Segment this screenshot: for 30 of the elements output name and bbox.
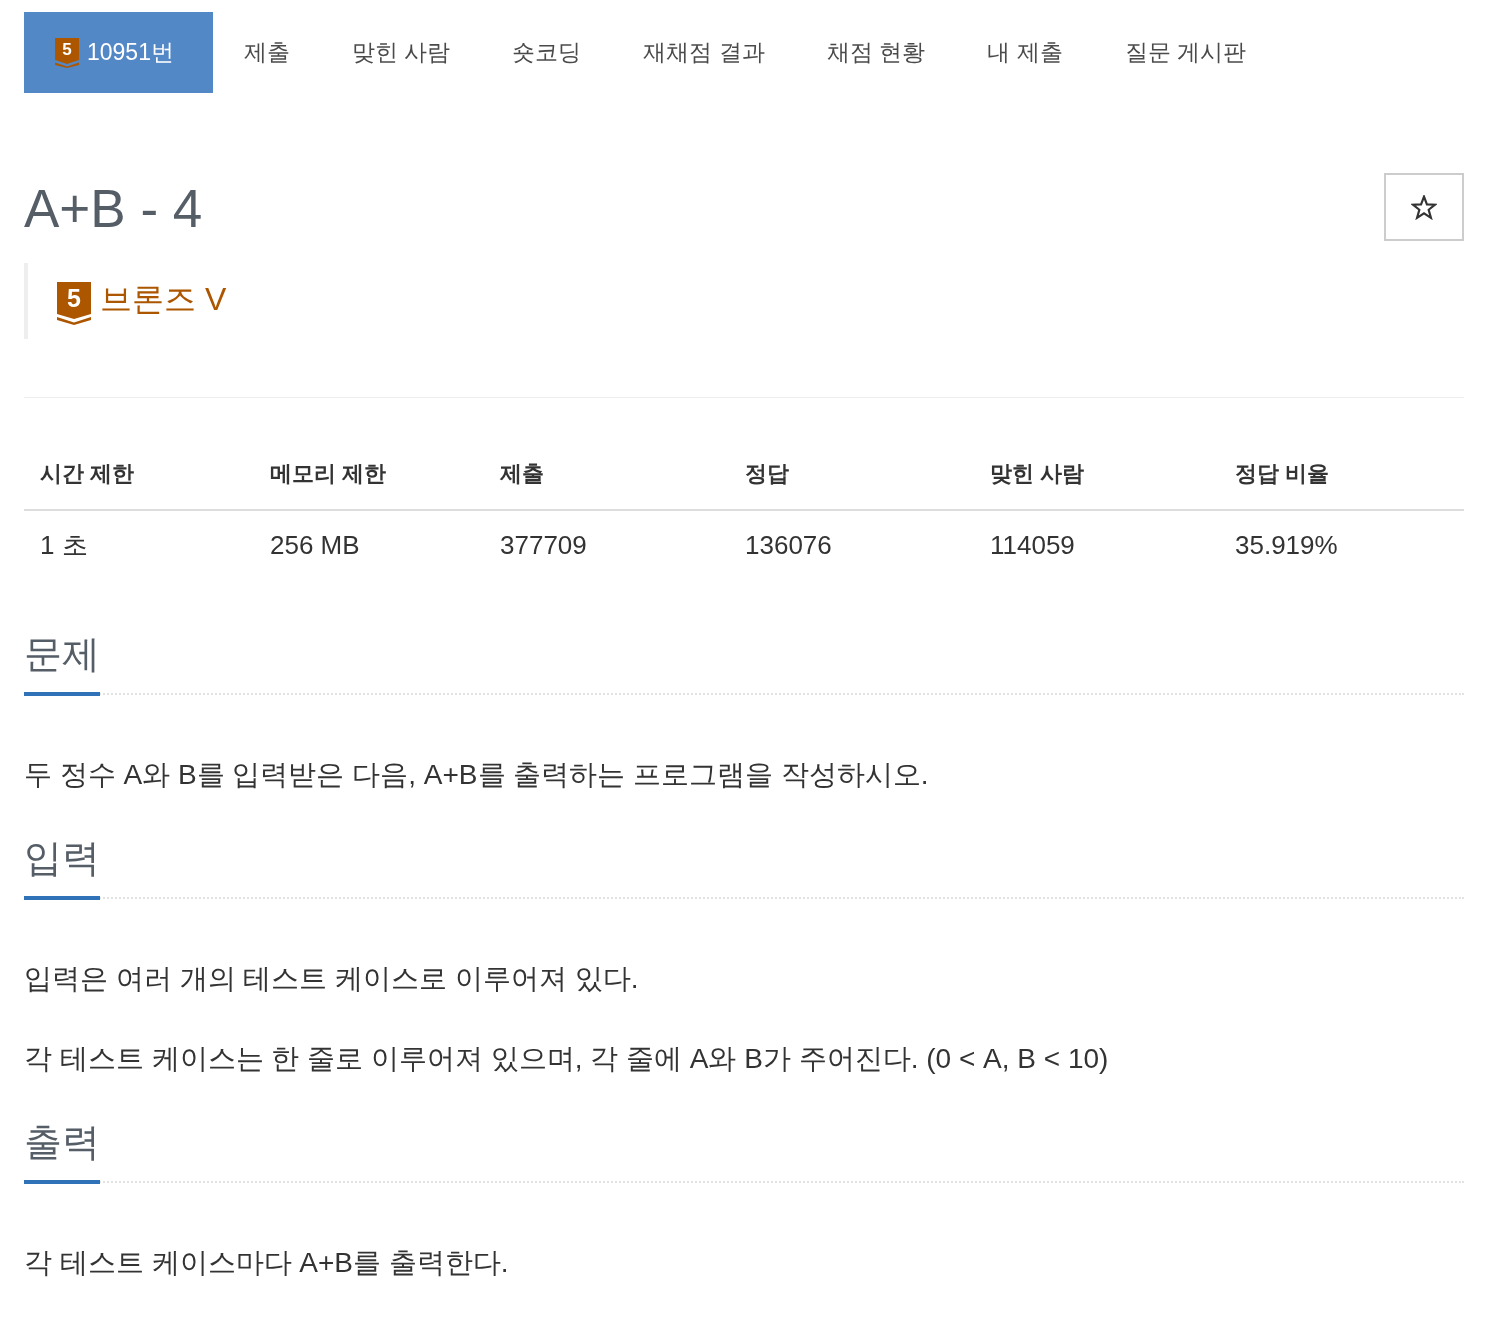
section-heading: 입력 bbox=[24, 834, 100, 900]
table-cell: 136076 bbox=[729, 510, 974, 579]
tab[interactable]: 맞힌 사람 bbox=[320, 12, 482, 93]
table-cell: 377709 bbox=[484, 510, 729, 579]
column-header: 제출 bbox=[484, 438, 729, 510]
tab[interactable]: 제출 bbox=[212, 12, 321, 93]
tab[interactable]: 재채점 결과 bbox=[612, 12, 796, 93]
problem-title: A+B - 4 bbox=[24, 180, 203, 238]
column-header: 정답 bbox=[729, 438, 974, 510]
paragraph: 각 테스트 케이스는 한 줄로 이루어져 있으며, 각 줄에 A와 B가 주어진다. (0 < A, B < 10) bbox=[24, 1042, 1110, 1076]
section-heading: 문제 bbox=[24, 630, 100, 696]
tier-link[interactable]: 브론즈 V bbox=[100, 280, 227, 318]
table-cell: 114059 bbox=[974, 510, 1219, 579]
column-header: 정답 비율 bbox=[1219, 438, 1464, 510]
tab[interactable]: 채점 현황 bbox=[795, 12, 957, 93]
tab[interactable]: 5 10951번 bbox=[24, 12, 213, 93]
table-cell: 35.919% bbox=[1219, 510, 1464, 579]
column-header: 메모리 제한 bbox=[254, 438, 484, 510]
paragraph: 입력은 여러 개의 테스트 케이스로 이루어져 있다. bbox=[24, 962, 640, 996]
table-cell: 256 MB bbox=[254, 510, 484, 579]
star-button[interactable] bbox=[1384, 173, 1464, 241]
paragraph: 각 테스트 케이스마다 A+B를 출력한다. bbox=[24, 1246, 510, 1280]
table-cell: 1 초 bbox=[24, 510, 254, 579]
paragraph: 두 정수 A와 B를 입력받은 다음, A+B를 출력하는 프로그램을 작성하시오. bbox=[24, 758, 930, 792]
tab[interactable]: 질문 게시판 bbox=[1093, 12, 1277, 93]
column-header: 시간 제한 bbox=[24, 438, 254, 510]
section-heading: 출력 bbox=[24, 1118, 100, 1184]
tab[interactable]: 숏코딩 bbox=[481, 12, 613, 93]
column-header: 맞힌 사람 bbox=[974, 438, 1219, 510]
tab[interactable]: 내 제출 bbox=[956, 12, 1094, 93]
